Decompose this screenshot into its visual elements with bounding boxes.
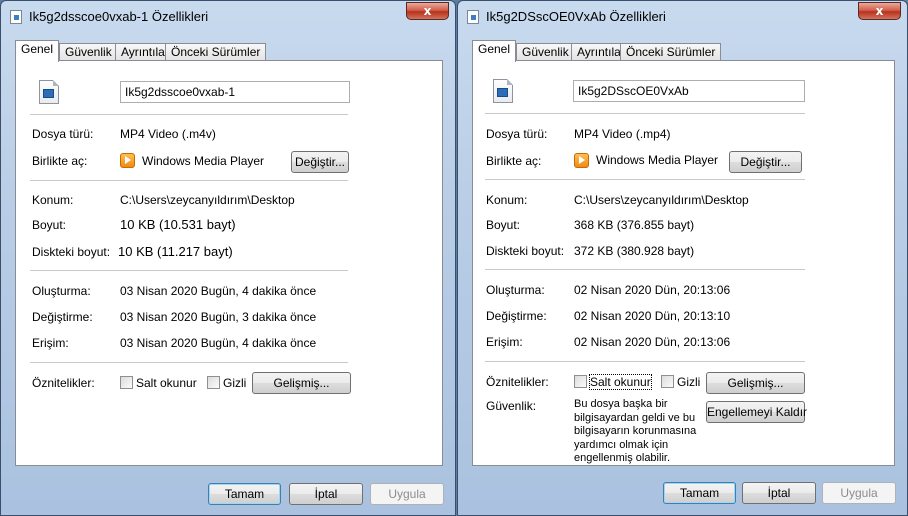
ok-button[interactable]: Tamam: [208, 483, 281, 505]
change-button[interactable]: Değiştir...: [291, 151, 349, 173]
tab-previous-versions[interactable]: Önceki Sürümler: [165, 43, 267, 61]
security-warning-text: Bu dosya başka bir bilgisayardan geldi v…: [574, 398, 697, 464]
file-name-input[interactable]: [120, 81, 350, 103]
separator: [30, 362, 348, 363]
hidden-label[interactable]: Gizli: [677, 375, 700, 389]
opens-with-app: Windows Media Player: [596, 153, 719, 167]
size-on-disk-value: 372 KB (380.928 bayt): [574, 244, 695, 258]
readonly-checkbox[interactable]: [120, 376, 133, 389]
size-on-disk-label: Diskteki boyut:: [32, 245, 111, 259]
modified-value: 02 Nisan 2020 Dün, 20:13:10: [574, 309, 731, 323]
separator: [485, 361, 805, 362]
size-on-disk-value: 10 KB (11.217 bayt): [118, 244, 233, 259]
opens-with-label: Birlikte aç:: [486, 154, 542, 168]
separator: [485, 269, 805, 270]
opens-with-app: Windows Media Player: [142, 154, 265, 168]
window-title: Ik5g2DSscOE0VxAb Özellikleri: [486, 9, 666, 24]
modified-label: Değiştirme:: [32, 310, 93, 324]
change-button[interactable]: Değiştir...: [729, 151, 802, 173]
modified-value: 03 Nisan 2020 Bugün, 3 dakika önce: [120, 310, 317, 324]
modified-label: Değiştirme:: [486, 309, 547, 323]
created-label: Oluşturma:: [486, 283, 545, 297]
properties-window-right: Ik5g2DSscOE0VxAb Özellikleri x Genel Güv…: [457, 0, 908, 516]
size-label: Boyut:: [32, 218, 67, 232]
hidden-label[interactable]: Gizli: [223, 376, 246, 390]
file-name-input[interactable]: [573, 80, 805, 102]
unblock-button[interactable]: Engellemeyi Kaldır: [706, 401, 807, 423]
location-value: C:\Users\zeycanyıldırım\Desktop: [574, 193, 749, 207]
accessed-value: 03 Nisan 2020 Bugün, 4 dakika önce: [120, 336, 317, 350]
file-type-value: MP4 Video (.m4v): [120, 127, 216, 141]
title-bar[interactable]: Ik5g2DSscOE0VxAb Özellikleri x: [458, 1, 907, 31]
file-icon: [467, 10, 479, 24]
advanced-button[interactable]: Gelişmiş...: [252, 372, 351, 394]
file-type-label: Dosya türü:: [32, 127, 94, 141]
accessed-value: 02 Nisan 2020 Dün, 20:13:06: [574, 335, 731, 349]
separator: [485, 179, 805, 180]
video-file-icon: [493, 79, 513, 103]
readonly-label[interactable]: Salt okunur: [136, 376, 197, 390]
security-label: Güvenlik:: [486, 399, 537, 413]
apply-button[interactable]: Uygula: [370, 483, 444, 505]
general-tab-panel: Dosya türü: MP4 Video (.m4v) Birlikte aç…: [15, 60, 443, 466]
file-type-label: Dosya türü:: [486, 127, 548, 141]
size-label: Boyut:: [486, 218, 521, 232]
tab-general[interactable]: Genel: [472, 40, 517, 62]
created-value: 02 Nisan 2020 Dün, 20:13:06: [574, 283, 731, 297]
advanced-button[interactable]: Gelişmiş...: [706, 372, 805, 394]
readonly-checkbox[interactable]: [574, 375, 587, 388]
cancel-button[interactable]: İptal: [742, 482, 816, 504]
separator: [30, 270, 348, 271]
file-icon: [10, 10, 22, 24]
attributes-label: Öznitelikler:: [486, 375, 549, 389]
hidden-checkbox[interactable]: [207, 376, 220, 389]
media-player-icon: [120, 153, 135, 168]
location-label: Konum:: [486, 193, 528, 207]
file-type-value: MP4 Video (.mp4): [574, 127, 671, 141]
size-on-disk-label: Diskteki boyut:: [486, 244, 565, 258]
media-player-icon: [574, 153, 589, 168]
close-button[interactable]: x: [858, 2, 901, 20]
video-file-icon: [39, 80, 59, 104]
cancel-button[interactable]: İptal: [289, 483, 363, 505]
window-title: Ik5g2dsscoe0vxab-1 Özellikleri: [29, 9, 209, 24]
tab-security[interactable]: Güvenlik: [516, 43, 575, 61]
tab-previous-versions[interactable]: Önceki Sürümler: [620, 43, 722, 61]
size-value: 10 KB (10.531 bayt): [120, 217, 236, 232]
opens-with-label: Birlikte aç:: [32, 154, 88, 168]
tab-security[interactable]: Güvenlik: [59, 43, 118, 61]
separator: [485, 113, 805, 114]
readonly-label[interactable]: Salt okunur: [589, 374, 652, 390]
close-button[interactable]: x: [406, 2, 449, 20]
general-tab-panel: Dosya türü: MP4 Video (.mp4) Birlikte aç…: [472, 60, 895, 466]
ok-button[interactable]: Tamam: [663, 482, 736, 504]
accessed-label: Erişim:: [32, 336, 69, 350]
separator: [30, 114, 348, 115]
accessed-label: Erişim:: [486, 335, 523, 349]
size-value: 368 KB (376.855 bayt): [574, 218, 695, 232]
location-label: Konum:: [32, 193, 74, 207]
attributes-label: Öznitelikler:: [32, 376, 95, 390]
tab-general[interactable]: Genel: [15, 40, 60, 62]
title-bar[interactable]: Ik5g2dsscoe0vxab-1 Özellikleri x: [1, 1, 455, 31]
location-value: C:\Users\zeycanyıldırım\Desktop: [120, 193, 295, 207]
created-label: Oluşturma:: [32, 284, 91, 298]
properties-window-left: Ik5g2dsscoe0vxab-1 Özellikleri x Genel G…: [0, 0, 456, 516]
apply-button[interactable]: Uygula: [822, 482, 896, 504]
created-value: 03 Nisan 2020 Bugün, 4 dakika önce: [120, 284, 317, 298]
hidden-checkbox[interactable]: [661, 375, 674, 388]
separator: [30, 180, 348, 181]
